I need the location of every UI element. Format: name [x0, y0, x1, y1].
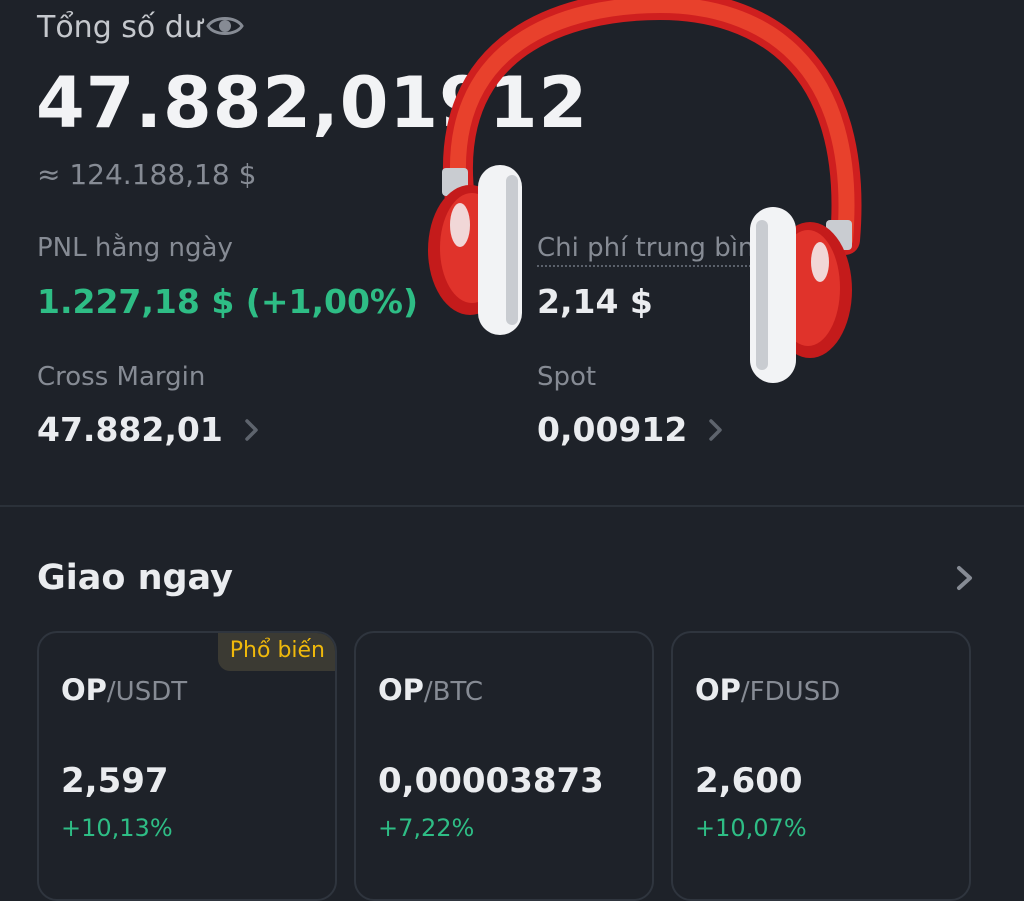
headphones-icon — [428, 0, 862, 383]
market-base: OP — [378, 673, 424, 707]
market-price: 0,00003873 — [378, 761, 604, 801]
total-balance-usd: ≈ 124.188,18 $ — [37, 158, 257, 191]
market-price: 2,597 — [61, 761, 169, 801]
market-card-op-usdt[interactable]: Phổ biến OP/USDT 2,597 +10,13% — [37, 631, 337, 901]
chevron-right-icon — [245, 418, 258, 441]
market-quote: /USDT — [106, 677, 188, 707]
market-base: OP — [61, 673, 107, 707]
spot-row[interactable]: 0,00912 — [537, 410, 725, 449]
market-quote: /BTC — [423, 677, 484, 707]
market-card-op-btc[interactable]: OP/BTC 0,00003873 +7,22% — [354, 631, 654, 901]
daily-pnl-label: PNL hằng ngày — [37, 233, 233, 263]
daily-pnl-value: 1.227,18 $ (+1,00%) — [37, 282, 419, 321]
spot-value: 0,00912 — [537, 410, 688, 449]
cross-margin-row[interactable]: 47.882,01 — [37, 410, 261, 449]
section-chevron-right-icon[interactable] — [954, 563, 976, 593]
market-pair: OP/USDT — [61, 673, 187, 707]
popular-badge: Phổ biến — [217, 633, 335, 671]
market-pair: OP/BTC — [378, 673, 483, 707]
eye-icon[interactable] — [206, 11, 244, 41]
cross-margin-value: 47.882,01 — [37, 410, 223, 449]
market-change: +10,13% — [61, 814, 173, 842]
section-divider — [0, 505, 1024, 507]
chevron-right-icon — [709, 418, 723, 441]
market-pair: OP/FDUSD — [695, 673, 840, 707]
market-change: +10,07% — [695, 814, 807, 842]
cross-margin-label: Cross Margin — [37, 362, 206, 392]
spot-section-title: Giao ngay — [37, 558, 233, 598]
market-card-op-fdusd[interactable]: OP/FDUSD 2,600 +10,07% — [671, 631, 971, 901]
total-balance-label: Tổng số dư — [37, 10, 203, 45]
market-quote: /FDUSD — [740, 677, 841, 707]
market-base: OP — [695, 673, 741, 707]
market-change: +7,22% — [378, 814, 475, 842]
market-price: 2,600 — [695, 761, 803, 801]
